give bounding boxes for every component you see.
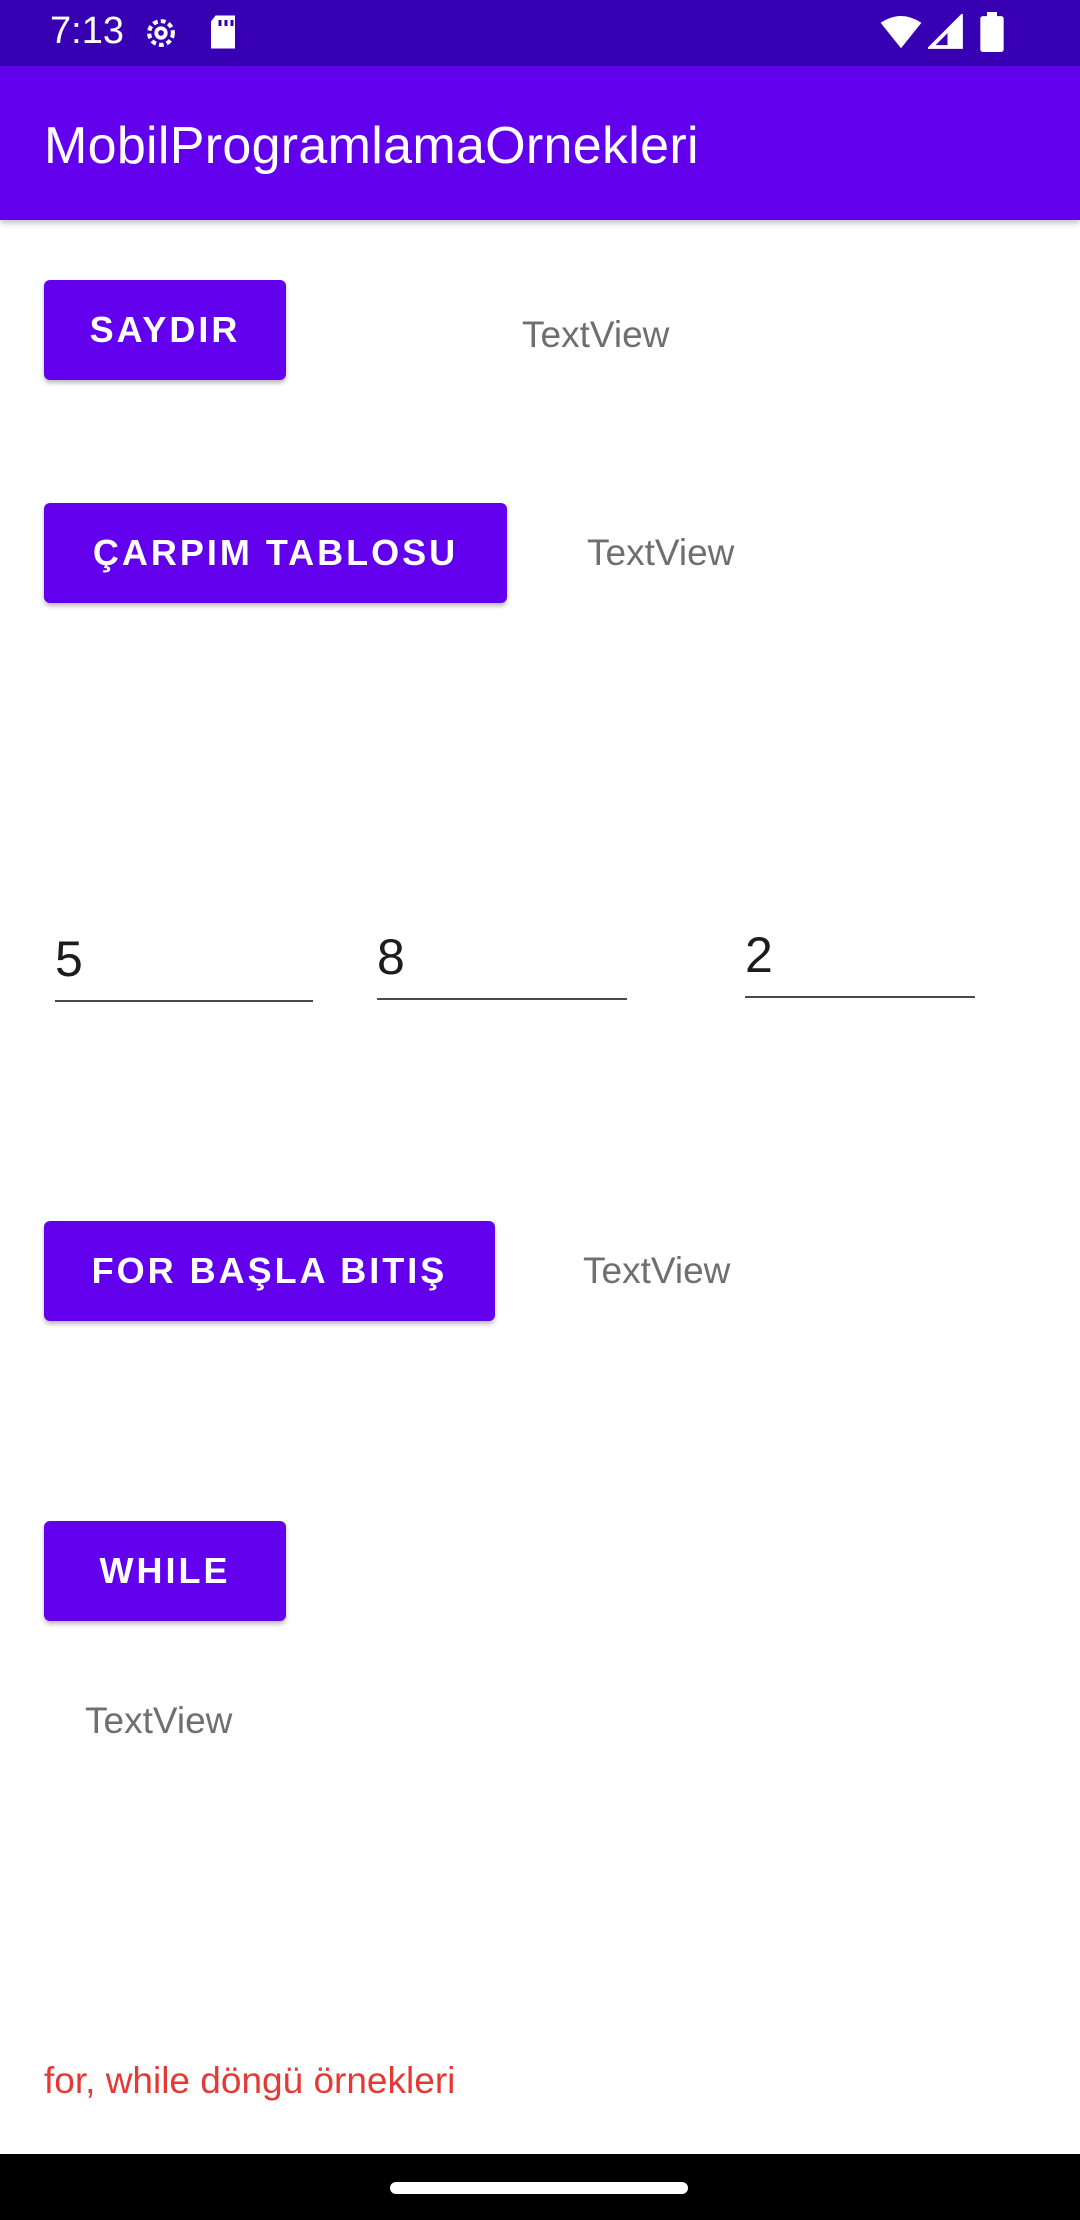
home-gesture-handle[interactable]	[390, 2182, 688, 2194]
status-bar: 7:13	[0, 0, 1080, 66]
battery-icon	[980, 12, 1004, 57]
while-button[interactable]: WHILE	[44, 1521, 286, 1621]
saydir-result-text: TextView	[522, 314, 670, 355]
status-time: 7:13	[50, 10, 124, 52]
step-number-field[interactable]: 2	[745, 926, 975, 998]
navigation-bar	[0, 2154, 1080, 2220]
signal-icon	[926, 12, 964, 55]
sd-card-icon	[208, 14, 238, 55]
start-number-field[interactable]: 5	[55, 930, 313, 1002]
carpim-tablosu-button[interactable]: ÇARPIM TABLOSU	[44, 503, 507, 603]
for-basla-bitis-button[interactable]: FOR BAŞLA BITIŞ	[44, 1221, 495, 1321]
app-bar: MobilProgramlamaOrnekleri	[0, 66, 1080, 220]
saydir-button[interactable]: SAYDIR	[44, 280, 286, 380]
start-number-value: 5	[55, 931, 83, 987]
for-result-text: TextView	[583, 1250, 731, 1291]
settings-gear-icon	[142, 14, 180, 57]
wifi-icon	[880, 16, 922, 55]
step-number-value: 2	[745, 927, 773, 983]
end-number-value: 8	[377, 929, 405, 985]
footer-description: for, while döngü örnekleri	[44, 2060, 456, 2101]
end-number-field[interactable]: 8	[377, 928, 627, 1000]
app-title: MobilProgramlamaOrnekleri	[44, 117, 699, 175]
while-result-text: TextView	[85, 1700, 233, 1741]
carpim-result-text: TextView	[587, 532, 735, 573]
